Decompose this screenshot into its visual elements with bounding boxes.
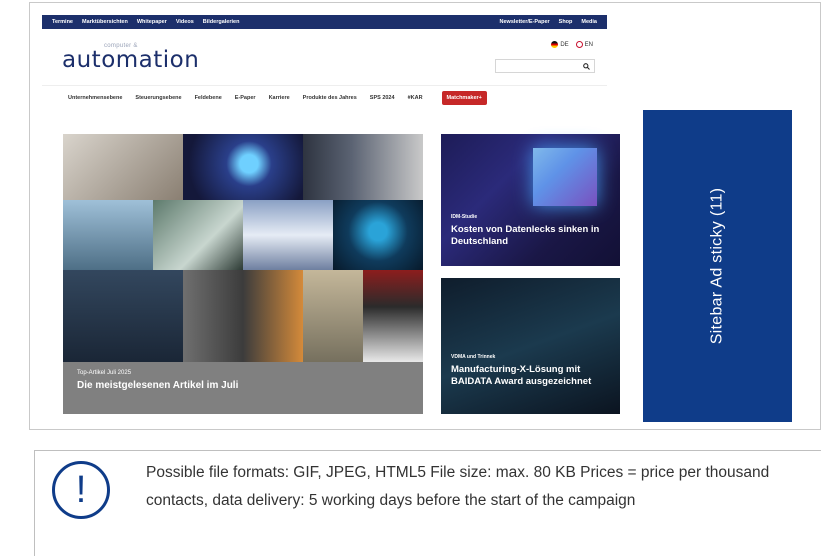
top-article-overlay[interactable]: Top-Artikel Juli 2025 Die meistgelesenen… <box>63 362 423 414</box>
logo-small-text: computer & <box>104 43 138 49</box>
overlay-kicker: Top-Artikel Juli 2025 <box>77 370 132 376</box>
topbar-link-videos[interactable]: Videos <box>176 19 194 25</box>
topbar-link-whitepaper[interactable]: Whitepaper <box>137 19 167 25</box>
website-mockup: Termine Marktübersichten Whitepaper Vide… <box>42 15 620 423</box>
teaser-card-datenlecks[interactable]: IDM-Studie Kosten von Datenlecks sinken … <box>441 134 620 266</box>
note-text: Possible file formats: GIF, JPEG, HTML5 … <box>146 464 770 509</box>
topbar-link-shop[interactable]: Shop <box>559 19 573 25</box>
search-icon[interactable] <box>583 62 590 70</box>
mosaic-image <box>153 200 243 270</box>
ad-label: Sitebar Ad sticky (11) <box>708 187 726 345</box>
nav-item[interactable]: Unternehmensebene <box>68 95 122 101</box>
mosaic-image <box>303 134 423 200</box>
nav-item[interactable]: Steuerungsebene <box>135 95 181 101</box>
card-kicker: VDMA und Trinnek <box>451 354 496 360</box>
exclamation-icon: ! <box>52 461 110 519</box>
mosaic-image <box>63 270 183 362</box>
topbar-link-markt[interactable]: Marktübersichten <box>82 19 128 25</box>
overlay-headline: Die meistgelesenen Artikel im Juli <box>77 380 239 391</box>
nav-item[interactable]: SPS 2024 <box>370 95 395 101</box>
topbar-link-termine[interactable]: Termine <box>52 19 73 25</box>
lang-en[interactable]: EN <box>575 41 593 48</box>
mosaic-image <box>63 134 183 200</box>
lang-de[interactable]: DE <box>551 41 569 48</box>
card-headline: Manufacturing-X-Lösung mit BAIDATA Award… <box>451 364 592 387</box>
mosaic-image <box>363 270 423 362</box>
mosaic-image <box>183 134 303 200</box>
topbar-link-media[interactable]: Media <box>581 19 597 25</box>
card-headline: Kosten von Datenlecks sinken in Deutschl… <box>451 224 600 247</box>
mosaic-image <box>303 270 363 362</box>
uk-flag-icon <box>575 41 583 48</box>
ad-preview-frame: Termine Marktübersichten Whitepaper Vide… <box>29 2 821 430</box>
top-bar: Termine Marktübersichten Whitepaper Vide… <box>42 15 607 29</box>
nav-item[interactable]: Produkte des Jahres <box>303 95 357 101</box>
mosaic-image <box>243 200 333 270</box>
nav-item[interactable]: Feldebene <box>195 95 222 101</box>
mosaic-image <box>183 270 303 362</box>
nav-item[interactable]: E-Paper <box>235 95 256 101</box>
germany-flag-icon <box>551 41 559 48</box>
glass-cube-image <box>533 148 597 206</box>
language-switch: DE EN <box>551 41 593 48</box>
topbar-link-galerien[interactable]: Bildergalerien <box>203 19 240 25</box>
info-note: ! Possible file formats: GIF, JPEG, HTML… <box>34 450 821 556</box>
logo-text: automation <box>62 47 200 73</box>
mosaic-image <box>63 200 153 270</box>
nav-item[interactable]: #KAR <box>408 95 423 101</box>
main-nav: Unternehmensebene Steuerungsebene Feldeb… <box>42 85 607 109</box>
nav-item[interactable]: Karriere <box>269 95 290 101</box>
topbar-link-newsletter[interactable]: Newsletter/E-Paper <box>500 19 550 25</box>
site-logo[interactable]: computer & automation <box>62 43 200 73</box>
search-input[interactable] <box>495 59 595 73</box>
site-header: computer & automation DE EN <box>42 29 607 85</box>
sitebar-ad-placeholder: Sitebar Ad sticky (11) <box>643 110 792 422</box>
mosaic-image <box>333 200 423 270</box>
teaser-card-manufacturing[interactable]: VDMA und Trinnek Manufacturing-X-Lösung … <box>441 278 620 414</box>
card-kicker: IDM-Studie <box>451 214 478 220</box>
matchmaker-button[interactable]: Matchmaker+ <box>441 90 487 105</box>
